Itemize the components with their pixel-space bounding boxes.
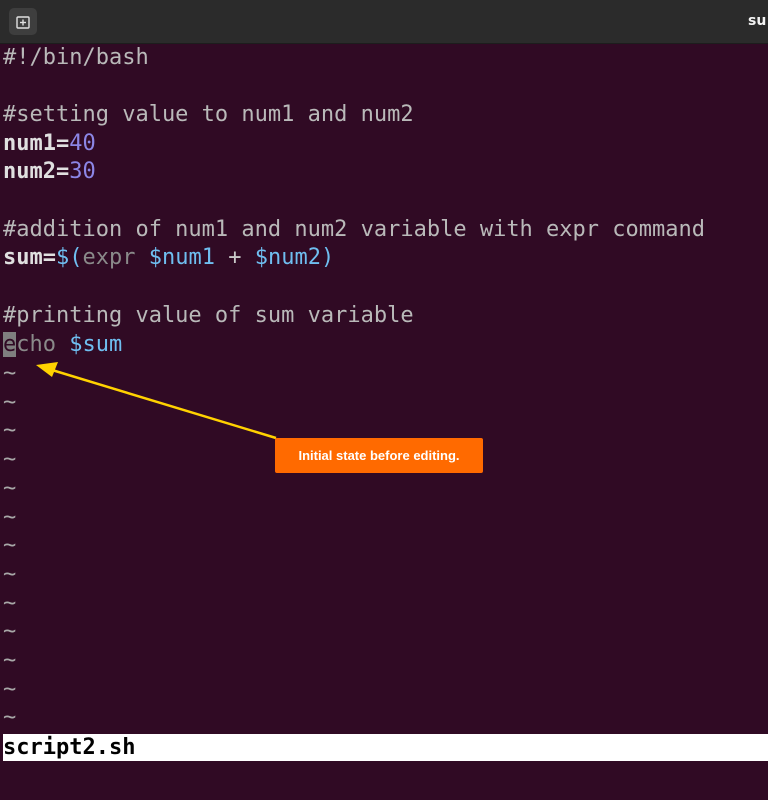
code-line-shebang: #!/bin/bash: [3, 45, 149, 70]
code-line-num1: num1=40: [3, 130, 96, 158]
code-line-sum: sum=$(expr $num1 + $num2): [3, 244, 334, 272]
variable-name: num2: [3, 159, 56, 184]
variable-ref: $num2: [254, 245, 321, 270]
variable-name: num1: [3, 131, 56, 156]
empty-line-tilde: ~: [3, 619, 17, 644]
expr-command: expr: [82, 245, 149, 270]
variable-ref: $sum: [69, 332, 123, 357]
empty-line-tilde: ~: [3, 648, 17, 673]
assign-operator: =: [42, 245, 56, 270]
empty-line-tilde: ~: [3, 505, 17, 530]
code-line-comment-1: #setting value to num1 and num2: [3, 102, 414, 127]
subshell-open: $(: [56, 245, 83, 270]
empty-line-tilde: ~: [3, 562, 17, 587]
code-line-comment-3: #printing value of sum variable: [3, 303, 414, 328]
plus-operator: +: [214, 245, 255, 270]
code-line-echo: echo $sum: [3, 331, 122, 359]
title-bar: su: [0, 0, 768, 44]
window-title: su: [748, 13, 767, 29]
status-bar: script2.sh: [3, 734, 768, 761]
new-tab-icon: [16, 15, 30, 29]
empty-line-tilde: ~: [3, 705, 17, 730]
number-literal: 30: [69, 159, 96, 184]
empty-line-tilde: ~: [3, 361, 17, 386]
status-filename: script2.sh: [3, 735, 136, 760]
empty-line-tilde: ~: [3, 533, 17, 558]
empty-line-tilde: ~: [3, 418, 17, 443]
assign-operator: =: [55, 131, 70, 156]
code-line-comment-2: #addition of num1 and num2 variable with…: [3, 217, 705, 242]
echo-command: cho: [16, 332, 70, 357]
variable-name: sum: [3, 245, 43, 270]
text-cursor: e: [3, 332, 17, 357]
empty-line-tilde: ~: [3, 476, 17, 501]
empty-line-tilde: ~: [3, 447, 17, 472]
new-tab-button[interactable]: [9, 8, 37, 35]
annotation-callout: Initial state before editing.: [275, 438, 483, 473]
assign-operator: =: [55, 159, 70, 184]
empty-line-tilde: ~: [3, 390, 17, 415]
subshell-close: ): [320, 245, 335, 270]
variable-ref: $num1: [148, 245, 215, 270]
empty-line-tilde: ~: [3, 591, 17, 616]
vim-editor[interactable]: #!/bin/bash #setting value to num1 and n…: [0, 44, 768, 734]
empty-line-tilde: ~: [3, 677, 17, 702]
number-literal: 40: [69, 131, 96, 156]
code-line-num2: num2=30: [3, 158, 96, 186]
